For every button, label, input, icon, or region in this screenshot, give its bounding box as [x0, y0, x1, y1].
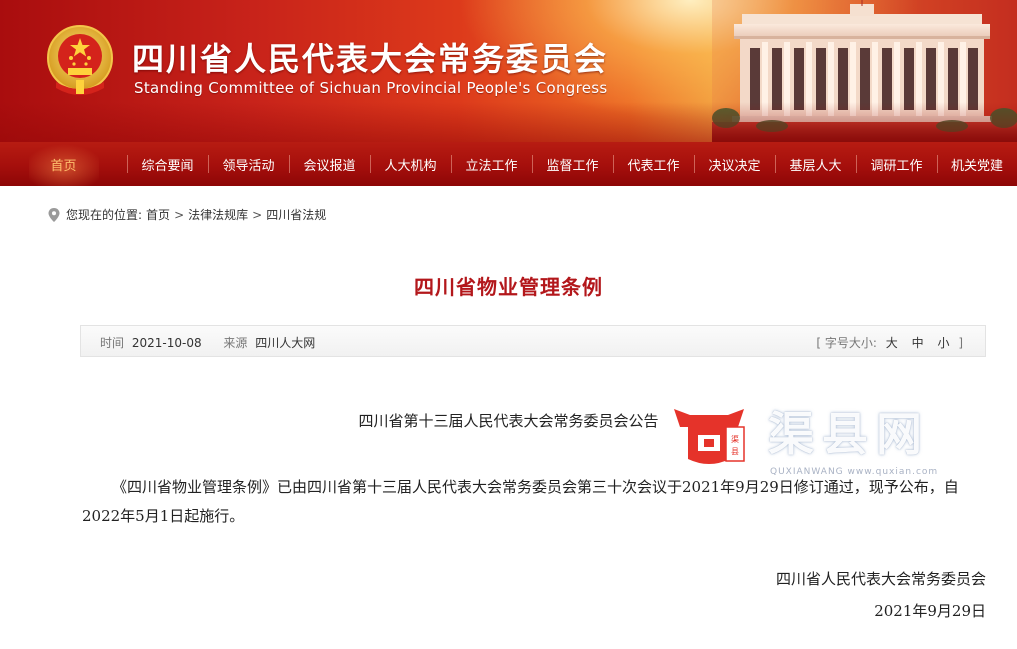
breadcrumb: 您现在的位置: 首页 > 法律法规库 > 四川省法规 — [48, 206, 326, 223]
watermark-text: 渠县网 — [768, 407, 930, 461]
nav-item-resolutions[interactable]: 决议决定 — [694, 142, 775, 186]
source-value: 四川人大网 — [255, 336, 316, 350]
nav-item-supervision[interactable]: 监督工作 — [532, 142, 613, 186]
time-label: 时间 — [100, 336, 125, 350]
article-meta-bar: 时间 2021-10-08 来源 四川人大网 [ 字号大小: 大 中 小 ] — [80, 325, 986, 357]
article-body-paragraph: 《四川省物业管理条例》已由四川省第十三届人民代表大会常务委员会第三十次会议于20… — [82, 478, 959, 525]
breadcrumb-law-library[interactable]: 法律法规库 — [188, 206, 248, 223]
site-title-cn: 四川省人民代表大会常务委员会 — [132, 40, 609, 78]
font-size-small-button[interactable]: 小 — [937, 336, 949, 350]
publish-date: 2021-10-08 — [131, 336, 202, 350]
font-size-medium-button[interactable]: 中 — [912, 336, 924, 350]
nav-item-deputies[interactable]: 代表工作 — [613, 142, 694, 186]
nav-item-home[interactable]: 首页 — [0, 142, 127, 186]
signature-organization: 四川省人民代表大会常务委员会 — [775, 570, 986, 588]
breadcrumb-sep: > — [174, 207, 185, 222]
nav-item-organs[interactable]: 人大机构 — [370, 142, 451, 186]
source-label: 来源 — [223, 336, 248, 350]
logo-text-top: 渠 — [731, 434, 739, 444]
breadcrumb-sep: > — [252, 207, 263, 222]
nav-item-meetings[interactable]: 会议报道 — [289, 142, 370, 186]
nav-item-legislation[interactable]: 立法工作 — [451, 142, 532, 186]
watermark-subtext: QUXIANWANG www.quxian.com — [770, 467, 939, 477]
font-size-close: ] — [958, 336, 963, 350]
breadcrumb-sichuan-regulations[interactable]: 四川省法规 — [266, 206, 326, 223]
logo-text-bottom: 县 — [731, 447, 739, 456]
article-title: 四川省物业管理条例 — [414, 275, 603, 299]
nav-item-news[interactable]: 综合要闻 — [127, 142, 208, 186]
nav-item-leaders[interactable]: 领导活动 — [208, 142, 289, 186]
breadcrumb-prefix: 您现在的位置: — [66, 208, 143, 222]
nav-item-party[interactable]: 机关党建 — [937, 142, 1017, 186]
national-emblem-icon — [47, 25, 113, 95]
nav-item-research[interactable]: 调研工作 — [856, 142, 937, 186]
nav-item-grassroots[interactable]: 基层人大 — [775, 142, 856, 186]
header-banner: 四川省人民代表大会常务委员会 Standing Committee of Sic… — [0, 0, 1017, 142]
location-pin-icon — [48, 207, 60, 222]
font-size-label: [ 字号大小: — [816, 336, 877, 350]
signature-date: 2021年9月29日 — [874, 602, 986, 620]
site-title-en: Standing Committee of Sichuan Provincial… — [134, 79, 608, 97]
congress-building-image — [712, 0, 1017, 142]
breadcrumb-home[interactable]: 首页 — [146, 206, 170, 223]
font-size-large-button[interactable]: 大 — [886, 336, 898, 350]
main-nav: 首页 综合要闻 领导活动 会议报道 人大机构 立法工作 监督工作 代表工作 决议… — [0, 142, 1017, 186]
qushi-logo-icon: 渠 县 — [664, 397, 754, 477]
